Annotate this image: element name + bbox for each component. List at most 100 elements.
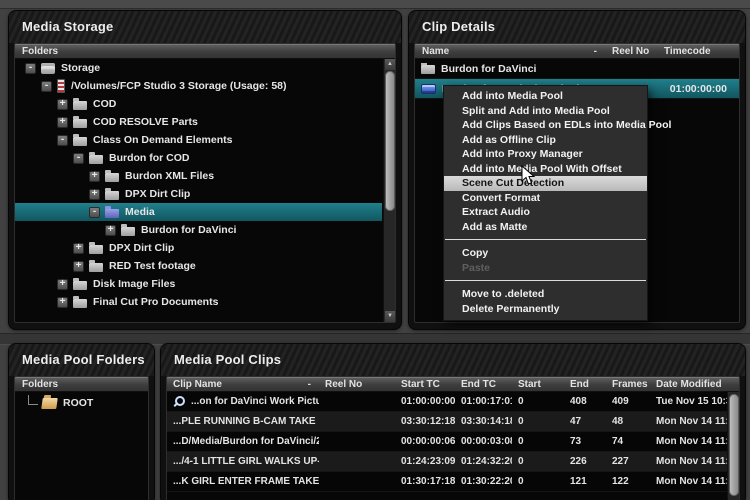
- folder-icon: [105, 173, 119, 182]
- clip-start: 0: [512, 416, 564, 427]
- expander-toggle[interactable]: +: [89, 171, 100, 182]
- media-storage-scrollbar[interactable]: ▲ ▼: [383, 59, 395, 322]
- clip-start: 0: [512, 476, 564, 487]
- expander-toggle[interactable]: +: [57, 99, 68, 110]
- tree-item[interactable]: + DPX Dirt Clip: [15, 239, 382, 257]
- tree-item[interactable]: + COD: [15, 95, 382, 113]
- media-pool-clips-scrollbar[interactable]: [727, 392, 739, 500]
- context-menu-item[interactable]: Paste: [444, 261, 647, 276]
- tree-item[interactable]: + Disk Image Files: [15, 275, 382, 293]
- folder-icon: [105, 191, 119, 200]
- tree-item[interactable]: - Media: [15, 203, 382, 221]
- folder-icon: [73, 119, 87, 128]
- clip-row[interactable]: Burdon for DaVinci: [415, 59, 739, 79]
- tree-item[interactable]: + DPX Dirt Clip: [15, 185, 382, 203]
- clip-row[interactable]: ...PLE RUNNING B-CAM TAKE 1 2.mov 03:30:…: [167, 412, 739, 432]
- scroll-thumb[interactable]: [729, 394, 739, 496]
- folder-icon: [105, 209, 119, 218]
- clip-name: Burdon for DaVinci: [441, 63, 536, 75]
- tree-elbow: [28, 395, 38, 405]
- folders-column-header[interactable]: Folders: [15, 377, 148, 392]
- clip-end: 121: [564, 476, 606, 487]
- open-folder-icon: [41, 398, 58, 409]
- expander-toggle[interactable]: +: [57, 297, 68, 308]
- scroll-thumb[interactable]: [385, 71, 395, 211]
- scroll-up-icon[interactable]: ▲: [385, 59, 395, 70]
- column-end-tc[interactable]: End TC: [455, 379, 512, 390]
- folders-column-header[interactable]: Folders: [15, 44, 395, 59]
- clip-start-tc: 00:00:00:06: [395, 436, 455, 447]
- scroll-down-icon[interactable]: ▼: [385, 311, 395, 322]
- context-menu-item[interactable]: Move to .deleted: [444, 287, 647, 302]
- tree-item[interactable]: - Storage: [15, 59, 382, 77]
- expander-toggle[interactable]: +: [57, 279, 68, 290]
- context-menu-item[interactable]: Split and Add into Media Pool: [444, 104, 647, 119]
- folder-label: ROOT: [63, 397, 93, 409]
- column-end[interactable]: End: [564, 379, 606, 390]
- clip-end-tc: 01:24:32:20: [455, 456, 512, 467]
- expander-toggle[interactable]: -: [41, 81, 52, 92]
- context-menu-item[interactable]: Copy: [444, 246, 647, 261]
- media-pool-clips-panel: Media Pool Clips Clip Name - Reel No Sta…: [160, 343, 746, 500]
- expander-toggle[interactable]: -: [57, 135, 68, 146]
- tree-item[interactable]: + Final Cut Pro Documents: [15, 293, 382, 311]
- clip-row[interactable]: .../4-1 LITTLE GIRL WALKS UP--v.mov 01:2…: [167, 452, 739, 472]
- clip-name: .../4-1 LITTLE GIRL WALKS UP--v.mov: [173, 456, 319, 467]
- folder-icon: [73, 299, 87, 308]
- expander-toggle[interactable]: -: [73, 153, 84, 164]
- column-start[interactable]: Start: [512, 379, 564, 390]
- folder-item[interactable]: ROOT: [15, 392, 148, 414]
- expander-toggle[interactable]: +: [73, 261, 84, 272]
- tree-item-label: Burdon for DaVinci: [141, 224, 236, 236]
- column-start-tc[interactable]: Start TC: [395, 379, 455, 390]
- context-menu-item[interactable]: Add as Matte: [444, 220, 647, 235]
- clip-end: 226: [564, 456, 606, 467]
- expander-toggle[interactable]: +: [73, 243, 84, 254]
- clip-row[interactable]: ...D/Media/Burdon for DaVinci/22V.mov 00…: [167, 432, 739, 452]
- column-frames[interactable]: Frames: [606, 379, 650, 390]
- clip-start-tc: 03:30:12:18: [395, 416, 455, 427]
- tree-item[interactable]: + COD RESOLVE Parts: [15, 113, 382, 131]
- drive-icon: [41, 63, 55, 74]
- column-timecode[interactable]: Timecode: [657, 46, 739, 57]
- clip-row[interactable]: ...on for DaVinci Work Picture.mov 01:00…: [167, 392, 739, 412]
- column-name[interactable]: Name -: [415, 46, 605, 57]
- clip-start-tc: 01:00:00:00: [395, 396, 455, 407]
- expander-toggle[interactable]: -: [89, 207, 100, 218]
- tree-item[interactable]: - Burdon for COD: [15, 149, 382, 167]
- column-reel-no[interactable]: Reel No: [319, 379, 395, 390]
- menu-separator: [445, 280, 646, 281]
- context-menu-item[interactable]: Delete Permanently: [444, 302, 647, 317]
- clip-row[interactable]: ...K GIRL ENTER FRAME TAKE 1-v.mov 01:30…: [167, 472, 739, 492]
- tree-item[interactable]: - Class On Demand Elements: [15, 131, 382, 149]
- context-menu-item[interactable]: Convert Format: [444, 191, 647, 206]
- tree-item[interactable]: + RED Test footage: [15, 257, 382, 275]
- column-clip-name[interactable]: Clip Name -: [167, 379, 319, 390]
- media-pool-clips-title: Media Pool Clips: [161, 344, 745, 376]
- expander-toggle[interactable]: +: [57, 117, 68, 128]
- context-menu-item[interactable]: Add Clips Based on EDLs into Media Pool: [444, 118, 647, 133]
- expander-toggle[interactable]: -: [25, 63, 36, 74]
- folder-icon: [73, 101, 87, 110]
- tree-item-label: Media: [125, 206, 155, 218]
- context-menu-item[interactable]: Extract Audio: [444, 205, 647, 220]
- clip-end-tc: 00:00:03:08: [455, 436, 512, 447]
- context-menu-item[interactable]: Add into Proxy Manager: [444, 147, 647, 162]
- media-pool-clip-list: ...on for DaVinci Work Picture.mov 01:00…: [167, 392, 739, 492]
- tree-item-label: COD: [93, 98, 116, 110]
- tree-item-label: /Volumes/FCP Studio 3 Storage (Usage: 58…: [71, 80, 287, 92]
- context-menu-item[interactable]: Scene Cut Detection: [444, 176, 647, 191]
- context-menu-item[interactable]: Add into Media Pool With Offset: [444, 162, 647, 177]
- expander-toggle[interactable]: +: [89, 189, 100, 200]
- expander-toggle[interactable]: +: [105, 225, 116, 236]
- column-date-modified[interactable]: Date Modified: [650, 379, 739, 390]
- clip-start: 0: [512, 436, 564, 447]
- tree-item[interactable]: + Burdon for DaVinci: [15, 221, 382, 239]
- tree-item[interactable]: + Burdon XML Files: [15, 167, 382, 185]
- column-reel-no[interactable]: Reel No: [605, 46, 657, 57]
- context-menu-item[interactable]: Add as Offline Clip: [444, 133, 647, 148]
- folder-icon: [121, 227, 135, 236]
- tree-item-label: Storage: [61, 62, 100, 74]
- tree-item[interactable]: - /Volumes/FCP Studio 3 Storage (Usage: …: [15, 77, 382, 95]
- context-menu-item[interactable]: Add into Media Pool: [444, 89, 647, 104]
